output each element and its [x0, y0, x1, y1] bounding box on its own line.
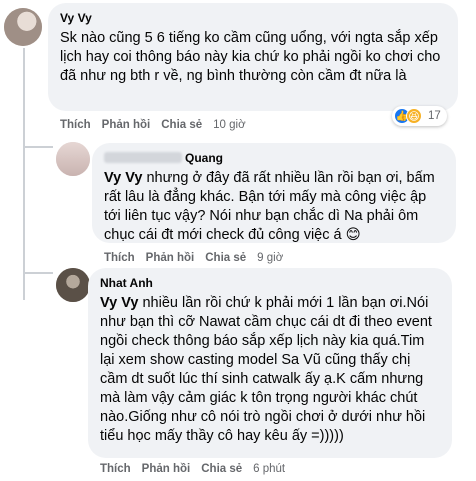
comment-text: Sk nào cũng 5 6 tiếng ko cầm cũng uổng, … — [60, 30, 441, 84]
reaction-count: 17 — [428, 110, 441, 122]
reply-body: nhiều lần rồi chứ k phải mới 1 lần bạn ơ… — [100, 295, 432, 444]
comment-author[interactable]: Vy Vy — [60, 11, 446, 26]
thread-branch-1 — [23, 146, 53, 148]
comment-timestamp[interactable]: 10 giờ — [213, 119, 245, 131]
like-button[interactable]: Thích — [60, 119, 91, 131]
reply-text: Vy Vy nhiều lần rồi chứ k phải mới 1 lần… — [100, 294, 440, 446]
reply-button[interactable]: Phản hồi — [142, 463, 191, 475]
avatar[interactable] — [4, 8, 42, 46]
avatar[interactable] — [56, 142, 90, 176]
share-button[interactable]: Chia sẻ — [201, 463, 242, 475]
thread-branch-2 — [23, 272, 53, 274]
reply-bubble: Quang Vy Vy nhưng ở đây đã rất nhiều lần… — [92, 143, 456, 243]
share-button[interactable]: Chia sẻ — [205, 252, 246, 264]
reply-actions: Thích Phản hồi Chia sẻ 6 phút — [100, 463, 285, 475]
mention-tag[interactable]: Vy Vy — [104, 170, 142, 186]
mention-tag[interactable]: Vy Vy — [100, 295, 138, 311]
reply-bubble: Nhat Anh Vy Vy nhiều lần rồi chứ k phải … — [88, 268, 452, 458]
like-button[interactable]: Thích — [100, 463, 131, 475]
reply-body: nhưng ở đây đã rất nhiều lần rồi bạn ơi,… — [104, 170, 435, 243]
share-button[interactable]: Chia sẻ — [161, 119, 202, 131]
comment-bubble: Vy Vy Sk nào cũng 5 6 tiếng ko cầm cũng … — [48, 3, 458, 111]
reply-text: Vy Vy nhưng ở đây đã rất nhiều lần rồi b… — [104, 169, 444, 245]
thread-line — [23, 48, 25, 300]
reply-timestamp[interactable]: 9 giờ — [257, 252, 283, 264]
reply-button[interactable]: Phản hồi — [146, 252, 195, 264]
redacted-name — [104, 152, 182, 163]
reply-timestamp[interactable]: 6 phút — [253, 463, 285, 475]
comment-actions: Thích Phản hồi Chia sẻ 10 giờ — [60, 119, 246, 131]
reply-author[interactable]: Nhat Anh — [100, 276, 440, 291]
reply-button[interactable]: Phản hồi — [102, 119, 151, 131]
reaction-summary[interactable]: 👍 😆 17 — [392, 106, 447, 126]
reply-actions: Thích Phản hồi Chia sẻ 9 giờ — [104, 252, 283, 264]
reply-author[interactable]: Quang — [185, 151, 223, 165]
haha-icon: 😆 — [406, 108, 422, 124]
avatar[interactable] — [56, 268, 90, 302]
like-button[interactable]: Thích — [104, 252, 135, 264]
